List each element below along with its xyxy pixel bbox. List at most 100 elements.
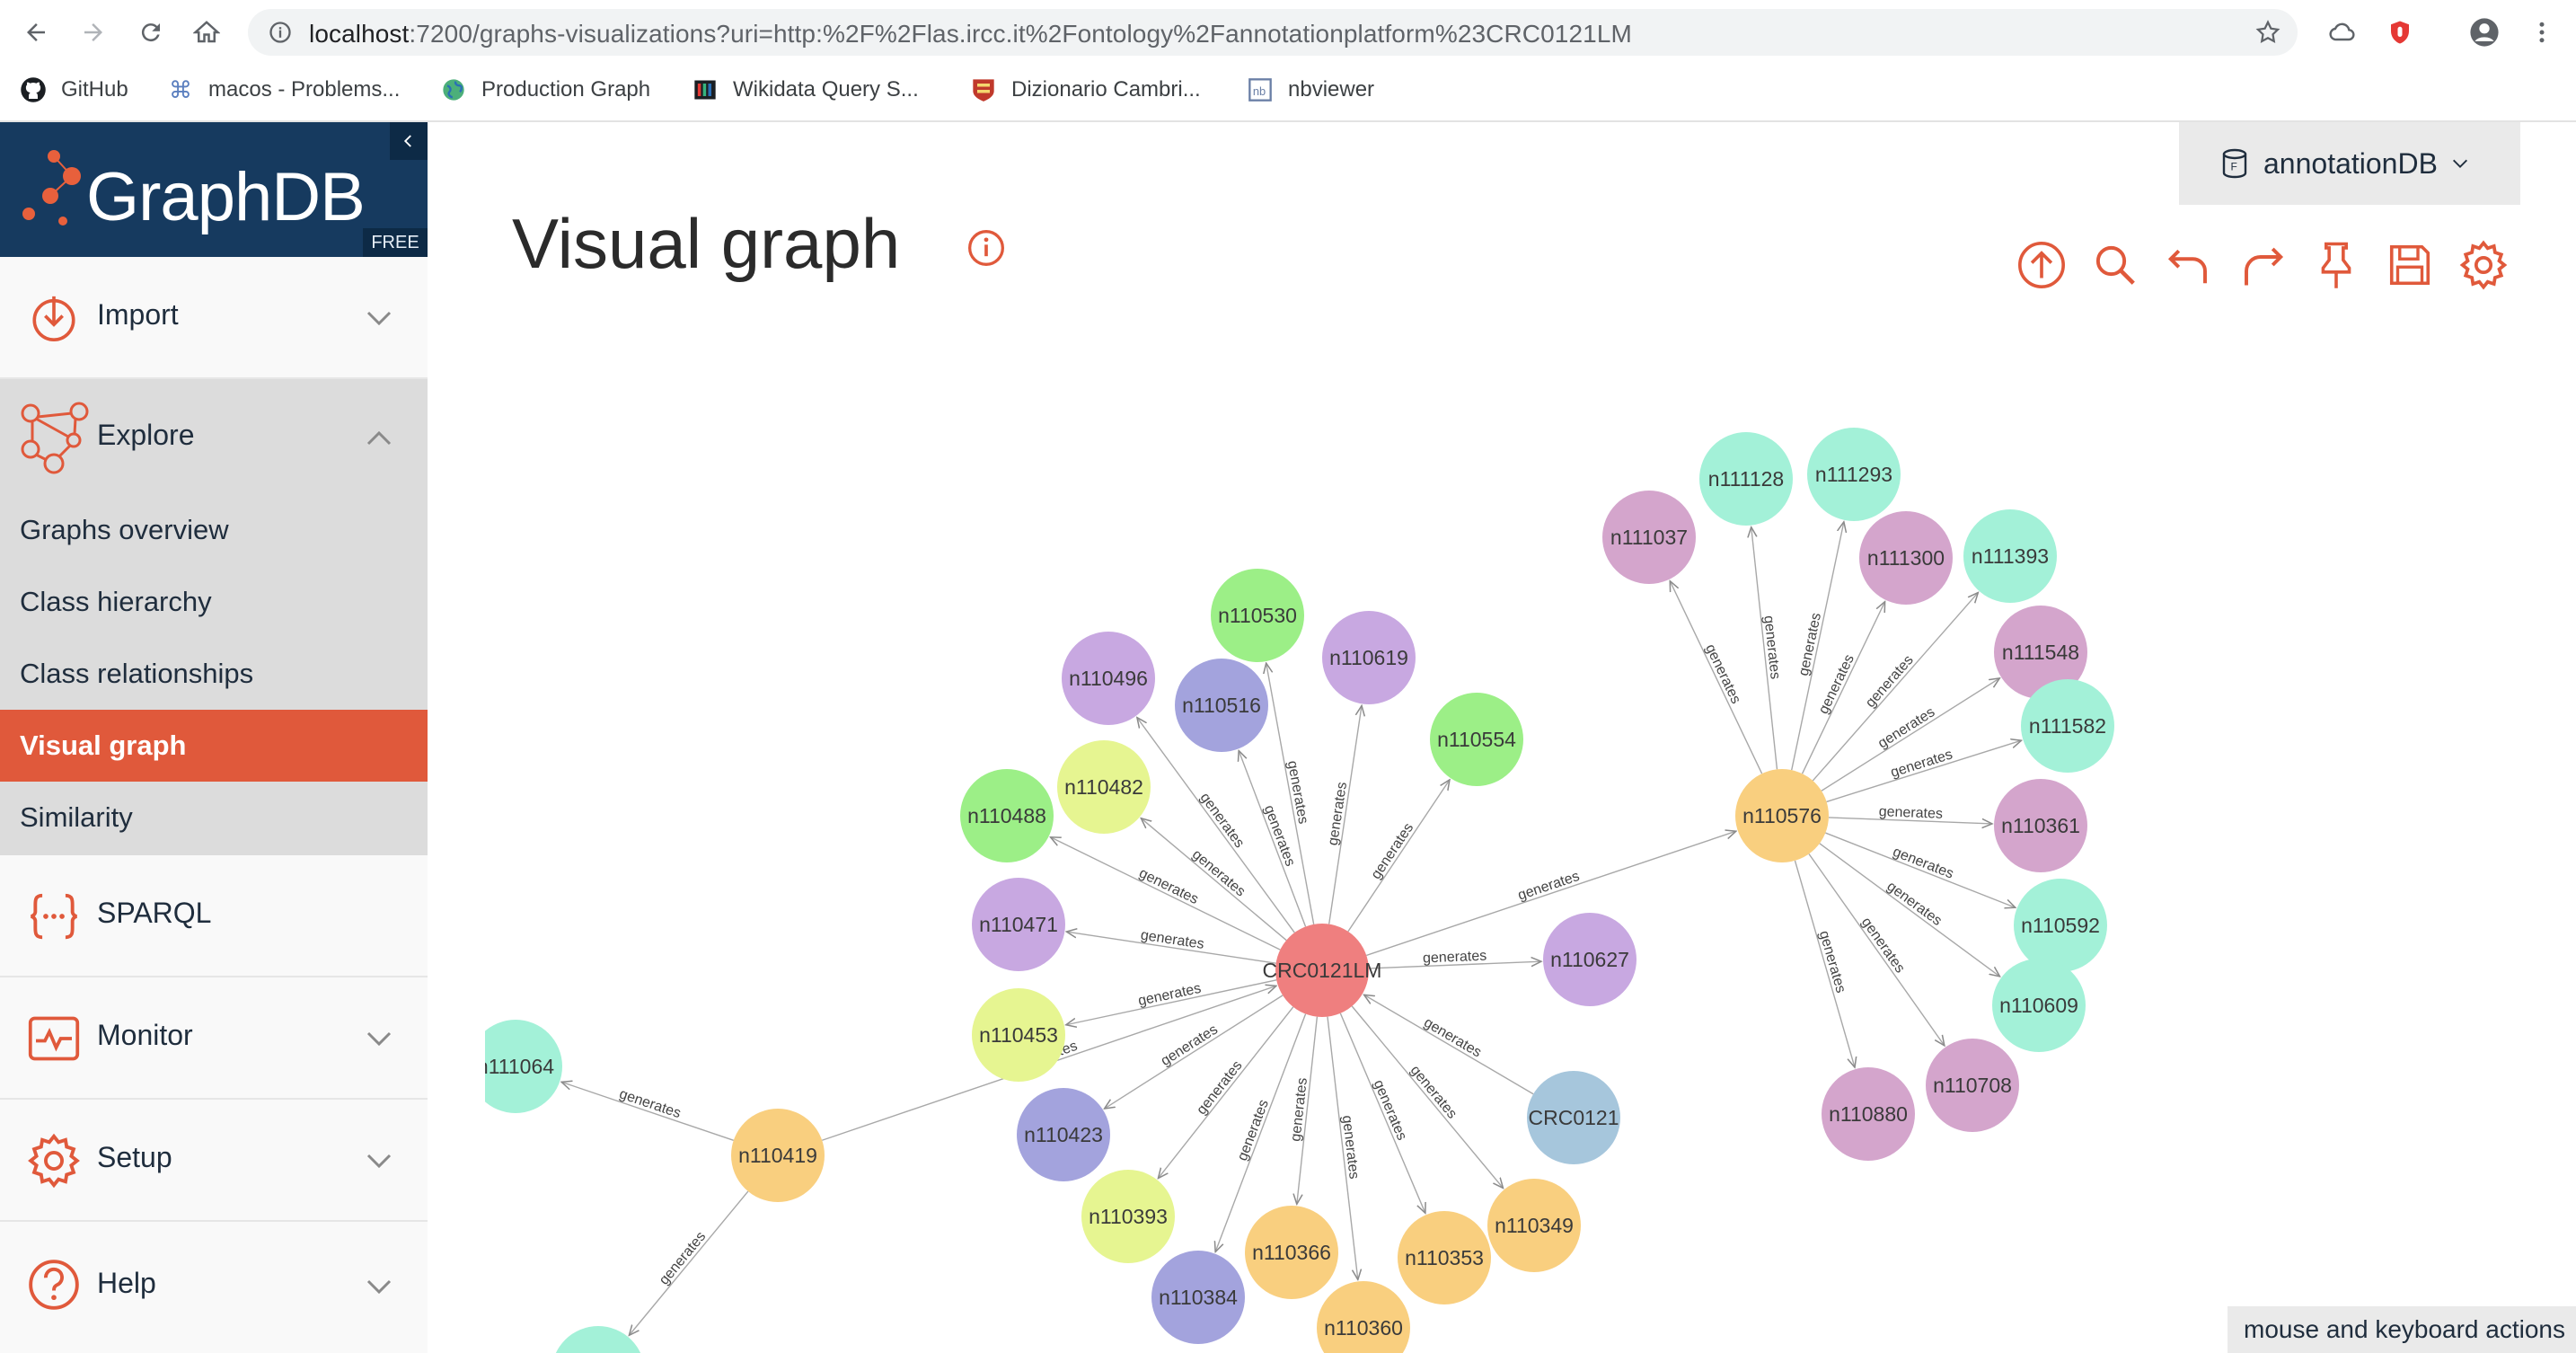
graph-node-n110708[interactable]: n110708 bbox=[1926, 1039, 2019, 1132]
sidebar-item-class-hierarchy[interactable]: Class hierarchy bbox=[0, 566, 428, 638]
sidebar-item-similarity[interactable]: Similarity bbox=[0, 782, 428, 853]
graph-node-n110627[interactable]: n110627 bbox=[1543, 913, 1636, 1006]
logo-wordmark: GraphDB bbox=[86, 159, 366, 235]
address-bar[interactable]: localhost:7200/graphs-visualizations?uri… bbox=[248, 9, 2298, 56]
repository-selector[interactable]: F annotationDB bbox=[2179, 122, 2520, 205]
graph-node-n110360[interactable]: n110360 bbox=[1317, 1281, 1410, 1353]
graphdb-logo[interactable]: GraphDB FREE bbox=[0, 122, 428, 257]
graph-node-n111393[interactable]: n111393 bbox=[1963, 509, 2057, 603]
graph-node-n110516[interactable]: n110516 bbox=[1175, 659, 1268, 752]
graph-node-n110349[interactable]: n110349 bbox=[1487, 1179, 1581, 1272]
edge-label: generates bbox=[1816, 652, 1857, 717]
collapse-sidebar-icon[interactable] bbox=[390, 122, 428, 160]
graph-node-n110880[interactable]: n110880 bbox=[1822, 1067, 1915, 1161]
graph-node-n111300[interactable]: n111300 bbox=[1859, 511, 1953, 605]
bookmark-wikidata-query[interactable]: Wikidata Query S... bbox=[692, 74, 919, 106]
menu-sparql[interactable]: SPARQL bbox=[0, 855, 428, 977]
redo-icon[interactable] bbox=[2226, 234, 2299, 296]
url-text: localhost:7200/graphs-visualizations?uri… bbox=[309, 20, 1632, 48]
edge-label: generates bbox=[1140, 928, 1205, 952]
graph-node-n110609[interactable]: n110609 bbox=[1992, 959, 2086, 1052]
node-label: n110880 bbox=[1829, 1102, 1908, 1126]
graph-node-n111582[interactable]: n111582 bbox=[2021, 679, 2114, 773]
graph-node-n110393[interactable]: n110393 bbox=[1081, 1170, 1175, 1263]
save-icon[interactable] bbox=[2373, 234, 2447, 296]
graph-edge bbox=[629, 1190, 749, 1335]
graph-node-n110496[interactable]: n110496 bbox=[1062, 632, 1155, 725]
node-label: n111582 bbox=[2029, 714, 2106, 738]
graph-node-crc0121[interactable]: CRC0121 bbox=[1527, 1071, 1620, 1164]
node-label: n110554 bbox=[1437, 728, 1516, 751]
graph-node-n110554[interactable]: n110554 bbox=[1430, 693, 1523, 786]
chevron-down-icon bbox=[366, 1031, 392, 1047]
site-info-icon[interactable] bbox=[268, 20, 293, 49]
edge-label: generates bbox=[1891, 845, 1955, 882]
back-icon[interactable] bbox=[16, 13, 56, 52]
graph-node-n110576[interactable]: n110576 bbox=[1735, 769, 1829, 862]
graphdb-logo-icon bbox=[22, 150, 81, 226]
mouse-keyboard-actions-button[interactable]: mouse and keyboard actions bbox=[2228, 1306, 2576, 1353]
bookmark-star-icon[interactable] bbox=[2254, 19, 2281, 50]
edge-label: generates bbox=[1371, 1078, 1409, 1143]
graph-node-n110384[interactable]: n110384 bbox=[1151, 1251, 1245, 1344]
graph-node-n110353[interactable]: n110353 bbox=[1398, 1211, 1491, 1304]
edge-label: generates bbox=[1702, 641, 1743, 706]
bookmark-production-graph[interactable]: Production Graph bbox=[440, 74, 650, 106]
sidebar-item-class-relationships[interactable]: Class relationships bbox=[0, 638, 428, 710]
graph-edge bbox=[1825, 832, 2015, 907]
cloud-icon[interactable] bbox=[2323, 13, 2362, 52]
forward-icon[interactable] bbox=[74, 13, 113, 52]
graph-node-n110366[interactable]: n110366 bbox=[1245, 1206, 1338, 1299]
extension-shield-icon[interactable] bbox=[2380, 13, 2420, 52]
graph-node-n111037[interactable]: n111037 bbox=[1602, 491, 1696, 584]
bookmark-dizionario-cambridge[interactable]: Dizionario Cambri... bbox=[970, 74, 1201, 106]
graph-node-n111293[interactable]: n111293 bbox=[1807, 428, 1901, 521]
bookmark-macos-problems[interactable]: ⌘ macos - Problems... bbox=[167, 74, 400, 106]
edge-label: generates bbox=[1796, 612, 1824, 677]
menu-explore-label: Explore bbox=[97, 419, 195, 451]
menu-import[interactable]: Import bbox=[0, 257, 428, 379]
search-icon[interactable] bbox=[2078, 234, 2152, 296]
node-label: n110708 bbox=[1933, 1074, 2012, 1097]
graph-node-crc0121lm[interactable]: CRC0121LM bbox=[1263, 924, 1382, 1017]
node-label: n110393 bbox=[1089, 1205, 1168, 1228]
menu-setup[interactable]: Setup bbox=[0, 1100, 428, 1222]
svg-text:nb: nb bbox=[1253, 84, 1266, 98]
graph-node-n110453[interactable]: n110453 bbox=[972, 988, 1065, 1082]
node-circle[interactable] bbox=[551, 1326, 645, 1353]
sidebar-item-graphs-overview[interactable]: Graphs overview bbox=[0, 494, 428, 566]
menu-explore[interactable]: Explore bbox=[0, 379, 428, 496]
graph-node-n110619[interactable]: n110619 bbox=[1322, 611, 1416, 704]
node-label: n110384 bbox=[1159, 1286, 1238, 1309]
menu-monitor[interactable]: Monitor bbox=[0, 977, 428, 1100]
menu-import-label: Import bbox=[97, 298, 179, 331]
menu-help[interactable]: Help bbox=[0, 1222, 428, 1353]
chevron-down-icon bbox=[366, 311, 392, 326]
graph-node-n110361[interactable]: n110361 bbox=[1994, 779, 2087, 872]
graph-node-n110592[interactable]: n110592 bbox=[2014, 879, 2107, 972]
graph-node-n110488[interactable]: n110488 bbox=[960, 769, 1054, 862]
graph-node-n110530[interactable]: n110530 bbox=[1211, 569, 1304, 662]
graph-node-n110419[interactable]: n110419 bbox=[731, 1109, 825, 1202]
github-icon bbox=[20, 76, 47, 103]
node-label: n111037 bbox=[1610, 526, 1688, 549]
settings-icon[interactable] bbox=[2447, 234, 2520, 296]
browser-menu-icon[interactable] bbox=[2522, 13, 2562, 52]
bookmark-github[interactable]: GitHub bbox=[20, 74, 128, 106]
profile-avatar-icon[interactable] bbox=[2465, 13, 2504, 52]
graph-edge bbox=[1105, 995, 1284, 1109]
home-icon[interactable] bbox=[187, 13, 226, 52]
graph-node-n110471[interactable]: n110471 bbox=[972, 878, 1065, 971]
sidebar-item-visual-graph[interactable]: Visual graph bbox=[0, 710, 428, 782]
undo-icon[interactable] bbox=[2152, 234, 2226, 296]
pin-icon[interactable] bbox=[2299, 234, 2373, 296]
bookmark-nbviewer[interactable]: nb nbviewer bbox=[1247, 74, 1374, 106]
visual-graph-canvas[interactable]: generatesgenerates generatesgenerates gene… bbox=[428, 122, 2576, 1353]
graph-node-n110423[interactable]: n110423 bbox=[1017, 1088, 1110, 1181]
graph-node-n110482[interactable]: n110482 bbox=[1057, 740, 1151, 834]
reload-icon[interactable] bbox=[131, 13, 171, 52]
graph-node-n110487[interactable]: n110487 bbox=[551, 1326, 645, 1353]
graph-node-n111128[interactable]: n111128 bbox=[1699, 432, 1793, 526]
export-icon[interactable] bbox=[2005, 234, 2078, 296]
info-icon[interactable] bbox=[966, 228, 1006, 268]
